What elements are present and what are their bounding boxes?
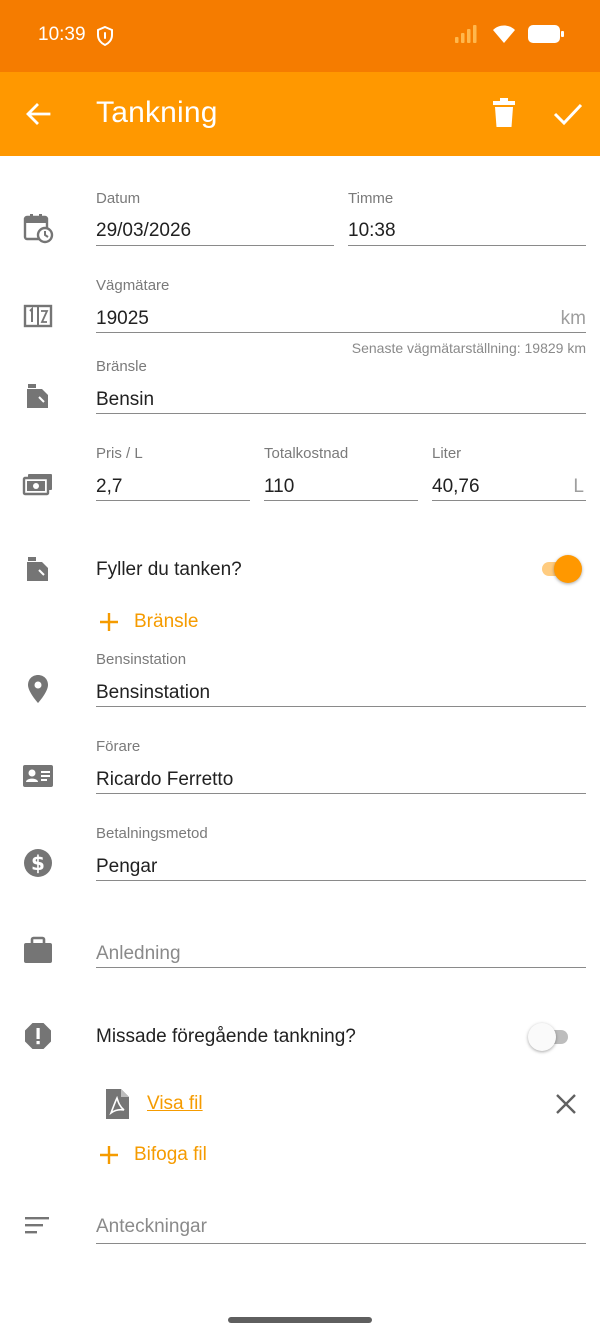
plus-icon xyxy=(100,1146,118,1164)
date-underline xyxy=(96,245,334,246)
price-underline xyxy=(96,500,250,501)
payment-method-field[interactable]: Betalningsmetod Pengar xyxy=(96,825,586,881)
reason-underline xyxy=(96,967,586,968)
odometer-icon xyxy=(22,300,54,332)
toggle-thumb xyxy=(554,555,582,583)
liters-field[interactable]: Liter 40,76 L xyxy=(432,445,586,501)
payment-method-value[interactable]: Pengar xyxy=(96,856,157,878)
price-label: Pris / L xyxy=(96,445,143,462)
driver-id-card-icon xyxy=(22,760,54,792)
liters-label: Liter xyxy=(432,445,462,462)
payment-method-label: Betalningsmetod xyxy=(96,825,208,842)
liters-value[interactable]: 40,76 xyxy=(432,476,480,498)
date-value[interactable]: 29/03/2026 xyxy=(96,220,191,242)
dollar-circle-icon: $ xyxy=(22,847,54,879)
app-bar: Tankning xyxy=(0,72,600,156)
driver-field[interactable]: Förare Ricardo Ferretto xyxy=(96,738,586,794)
home-indicator[interactable] xyxy=(228,1317,372,1323)
driver-label: Förare xyxy=(96,738,141,755)
reason-field[interactable]: Anledning xyxy=(96,912,586,968)
missed-refuel-label: Missade föregående tankning? xyxy=(96,1026,356,1047)
close-icon[interactable] xyxy=(555,1093,577,1115)
odometer-value[interactable]: 19025 xyxy=(96,308,149,330)
fuel-can-icon xyxy=(22,380,54,412)
money-icon xyxy=(22,468,54,500)
liters-unit: L xyxy=(573,476,584,497)
notes-field[interactable]: Anteckningar xyxy=(96,1188,586,1244)
price-value[interactable]: 2,7 xyxy=(96,476,122,498)
add-fuel-label: Bränsle xyxy=(134,611,199,632)
total-cost-field[interactable]: Totalkostnad 110 xyxy=(264,445,418,501)
time-label: Timme xyxy=(348,190,394,207)
gas-station-label: Bensinstation xyxy=(96,651,187,668)
delete-icon[interactable] xyxy=(490,98,518,128)
notes-placeholder[interactable]: Anteckningar xyxy=(96,1216,207,1238)
liters-underline xyxy=(432,500,586,501)
odometer-field[interactable]: Vägmätare 19025 km xyxy=(96,277,586,333)
wifi-icon xyxy=(493,25,515,43)
odometer-unit: km xyxy=(560,308,586,329)
fuel-type-underline xyxy=(96,413,586,414)
odometer-underline xyxy=(96,332,586,333)
page-title: Tankning xyxy=(96,96,218,129)
total-cost-value[interactable]: 110 xyxy=(264,476,294,498)
status-bar: 10:39 xyxy=(0,0,600,72)
date-label: Datum xyxy=(96,190,141,207)
odometer-label: Vägmätare xyxy=(96,277,170,294)
cellular-signal-icon xyxy=(455,25,477,43)
time-field[interactable]: Timme 10:38 xyxy=(348,190,586,246)
alert-octagon-icon xyxy=(22,1020,54,1052)
reason-placeholder[interactable]: Anledning xyxy=(96,943,181,965)
gas-station-value[interactable]: Bensinstation xyxy=(96,682,210,704)
briefcase-icon xyxy=(22,934,54,966)
driver-underline xyxy=(96,793,586,794)
calendar-clock-icon xyxy=(22,212,54,244)
driver-value[interactable]: Ricardo Ferretto xyxy=(96,769,233,791)
notes-lines-icon xyxy=(22,1210,54,1242)
payment-method-underline xyxy=(96,880,586,881)
fuel-type-value[interactable]: Bensin xyxy=(96,389,154,411)
fill-tank-label: Fyller du tanken? xyxy=(96,559,242,580)
total-cost-underline xyxy=(264,500,418,501)
fill-tank-toggle[interactable] xyxy=(538,555,582,583)
date-field[interactable]: Datum 29/03/2026 xyxy=(96,190,334,246)
plus-icon xyxy=(100,613,118,631)
save-check-icon[interactable] xyxy=(552,100,584,128)
status-time: 10:39 xyxy=(38,24,86,45)
view-file-link[interactable]: Visa fil xyxy=(147,1093,203,1115)
gas-station-field[interactable]: Bensinstation Bensinstation xyxy=(96,651,586,707)
add-fuel-button[interactable]: Bränsle xyxy=(98,611,198,633)
missed-refuel-toggle[interactable] xyxy=(528,1023,572,1051)
notes-underline xyxy=(96,1243,586,1244)
svg-text:$: $ xyxy=(31,851,45,875)
price-per-liter-field[interactable]: Pris / L 2,7 xyxy=(96,445,250,501)
fuel-type-label: Bränsle xyxy=(96,358,147,375)
location-pin-icon xyxy=(22,673,54,705)
pdf-file-icon xyxy=(106,1089,129,1119)
fuel-can-icon xyxy=(22,553,54,585)
attach-file-button[interactable]: Bifoga fil xyxy=(98,1144,207,1166)
attach-file-label: Bifoga fil xyxy=(134,1144,207,1165)
fuel-type-field[interactable]: Bränsle Bensin xyxy=(96,358,586,414)
total-cost-label: Totalkostnad xyxy=(264,445,349,462)
odometer-helper-text: Senaste vägmätarställning: 19829 km xyxy=(351,340,586,356)
battery-icon xyxy=(528,25,564,43)
back-arrow-icon[interactable] xyxy=(24,100,52,128)
time-value[interactable]: 10:38 xyxy=(348,220,396,242)
shield-icon xyxy=(97,26,113,46)
gas-station-underline xyxy=(96,706,586,707)
time-underline xyxy=(348,245,586,246)
toggle-thumb xyxy=(528,1023,556,1051)
